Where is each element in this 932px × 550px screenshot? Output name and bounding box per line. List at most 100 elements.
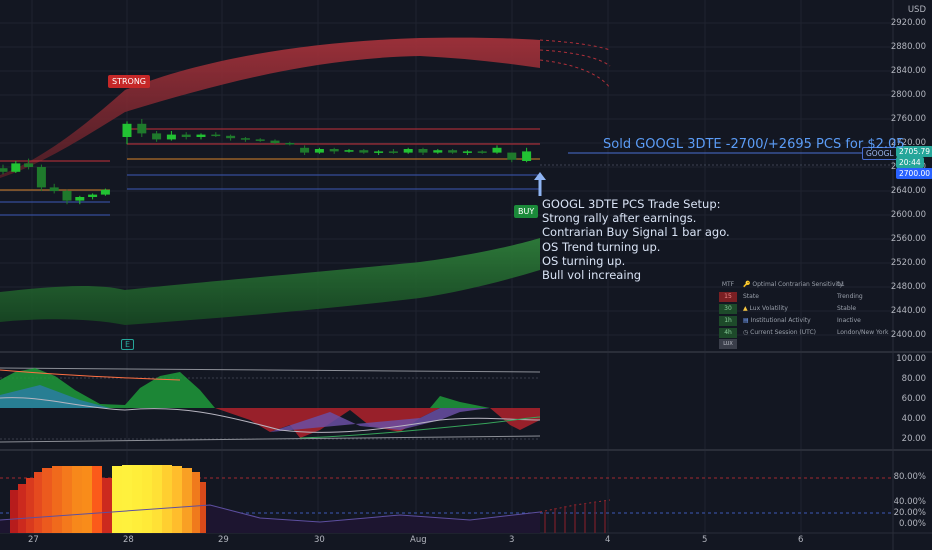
candle-body	[300, 147, 310, 153]
candle-body	[88, 194, 98, 197]
candle-body	[359, 150, 369, 153]
trade-setup-note[interactable]: GOOGL 3DTE PCS Trade Setup: Strong rally…	[542, 197, 730, 282]
candle-body	[507, 152, 517, 160]
time-tick-label: Aug	[410, 535, 427, 545]
chart-icon: ▤ Institutional Activity	[743, 317, 811, 324]
time-tick-label: 6	[798, 535, 804, 545]
candle-body	[418, 149, 428, 153]
candle-body	[522, 151, 532, 161]
volatility-tick-label: 80.00%	[893, 472, 926, 482]
candle-body	[285, 143, 295, 145]
candle-body	[166, 134, 176, 140]
candle-body	[196, 134, 206, 137]
dashboard-label: State	[743, 293, 759, 300]
setup-line: Strong rally after earnings.	[542, 211, 697, 226]
strong-signal-label: STRONG	[108, 75, 151, 88]
time-tick-label: 28	[123, 535, 134, 545]
price-tick-label: 2840.00	[890, 66, 926, 76]
dashboard-value: London/New York	[837, 329, 889, 336]
candle-body	[0, 168, 8, 172]
setup-line: Contrarian Buy Signal 1 bar ago.	[542, 225, 730, 240]
candle-body	[137, 123, 147, 134]
lower-trend-band	[0, 238, 540, 325]
candle-body	[448, 150, 458, 153]
oscillator-tick-label: 100.00	[896, 354, 926, 364]
key-icon: 🔑 Optimal Contrarian Sensitivity	[743, 281, 843, 288]
oscillator-pane	[0, 367, 541, 443]
price-tick-label: 2560.00	[890, 234, 926, 244]
setup-line: OS turning up.	[542, 253, 626, 268]
candle-body	[492, 147, 502, 153]
oscillator-tick-label: 80.00	[901, 374, 926, 384]
volatility-tick-label: 40.00%	[893, 497, 926, 507]
volatility-pane	[0, 465, 893, 533]
dashboard-tf: 15	[719, 292, 737, 302]
time-tick-label: 3	[509, 535, 515, 545]
candle-body	[49, 187, 59, 191]
candle-body	[329, 149, 339, 152]
candle-body	[100, 189, 110, 195]
dashboard-footer-logo: LUX	[719, 339, 737, 349]
setup-line: GOOGL 3DTE PCS Trade Setup:	[542, 197, 721, 211]
buy-signal-label: BUY	[514, 205, 539, 218]
candle-body	[36, 167, 46, 188]
candle-body	[433, 150, 443, 153]
candle-body	[477, 151, 487, 153]
price-tick-label: 2440.00	[890, 306, 926, 316]
dashboard-value: 11	[837, 281, 845, 288]
price-tick-label: 2800.00	[890, 90, 926, 100]
time-tick-label: 5	[702, 535, 708, 545]
warning-icon: ▲ Lux Volatility	[743, 305, 788, 312]
setup-line: Bull vol increaing	[542, 268, 642, 283]
candle-body	[270, 140, 280, 143]
sold-annotation[interactable]: Sold GOOGL 3DTE -2700/+2695 PCS for $2.0…	[603, 137, 905, 152]
setup-line: OS Trend turning up.	[542, 239, 661, 254]
currency-label: USD	[907, 5, 926, 15]
oscillator-tick-label: 60.00	[901, 394, 926, 404]
earnings-marker[interactable]: E	[121, 339, 135, 350]
candle-body	[122, 123, 132, 137]
candle-body	[403, 149, 413, 153]
candle-body	[75, 197, 85, 201]
oscillator-tick-label: 40.00	[901, 414, 926, 424]
candle-body	[314, 149, 324, 153]
dashboard-tf: 1h	[719, 316, 737, 326]
price-tick-label: 2760.00	[890, 114, 926, 124]
candle-body	[344, 150, 354, 152]
price-tick-label: 2400.00	[890, 330, 926, 340]
price-tick-label: 2920.00	[890, 18, 926, 28]
candle-body	[388, 151, 398, 153]
countdown-badge: 20:44	[896, 157, 924, 168]
candle-body	[24, 163, 34, 167]
dashboard-value: Trending	[837, 293, 863, 300]
candle-body	[211, 134, 221, 137]
time-tick-label: 29	[218, 535, 229, 545]
dashboard-tf: 30	[719, 304, 737, 314]
time-tick-label: 30	[314, 535, 325, 545]
price-tick-label: 2520.00	[890, 258, 926, 268]
candle-body	[181, 134, 191, 137]
oscillator-tick-label: 20.00	[901, 434, 926, 444]
upper-trend-band	[0, 37, 540, 178]
price-tick-label: 2880.00	[890, 42, 926, 52]
price-tick-label: 2480.00	[890, 282, 926, 292]
time-tick-label: 27	[28, 535, 39, 545]
volatility-tick-label: 0.00%	[898, 519, 926, 529]
buy-arrow	[534, 172, 546, 196]
candle-body	[374, 151, 384, 153]
candle-body	[62, 191, 72, 201]
price-tick-label: 2640.00	[890, 186, 926, 196]
candle-body	[226, 135, 236, 139]
clock-icon: ◷ Current Session (UTC)	[743, 329, 816, 336]
candle-body	[11, 163, 21, 172]
volatility-tick-label: 20.00%	[893, 508, 926, 518]
candle-body	[462, 151, 472, 153]
price-tick-label: 2600.00	[890, 210, 926, 220]
dashboard-header: MTF	[721, 281, 735, 288]
time-tick-label: 4	[605, 535, 611, 545]
candle-body	[255, 139, 265, 141]
dashboard-value: Stable	[837, 305, 857, 312]
candle-body	[152, 133, 162, 140]
dashboard-tf: 4h	[719, 328, 737, 338]
dashboard-value: Inactive	[837, 317, 861, 324]
